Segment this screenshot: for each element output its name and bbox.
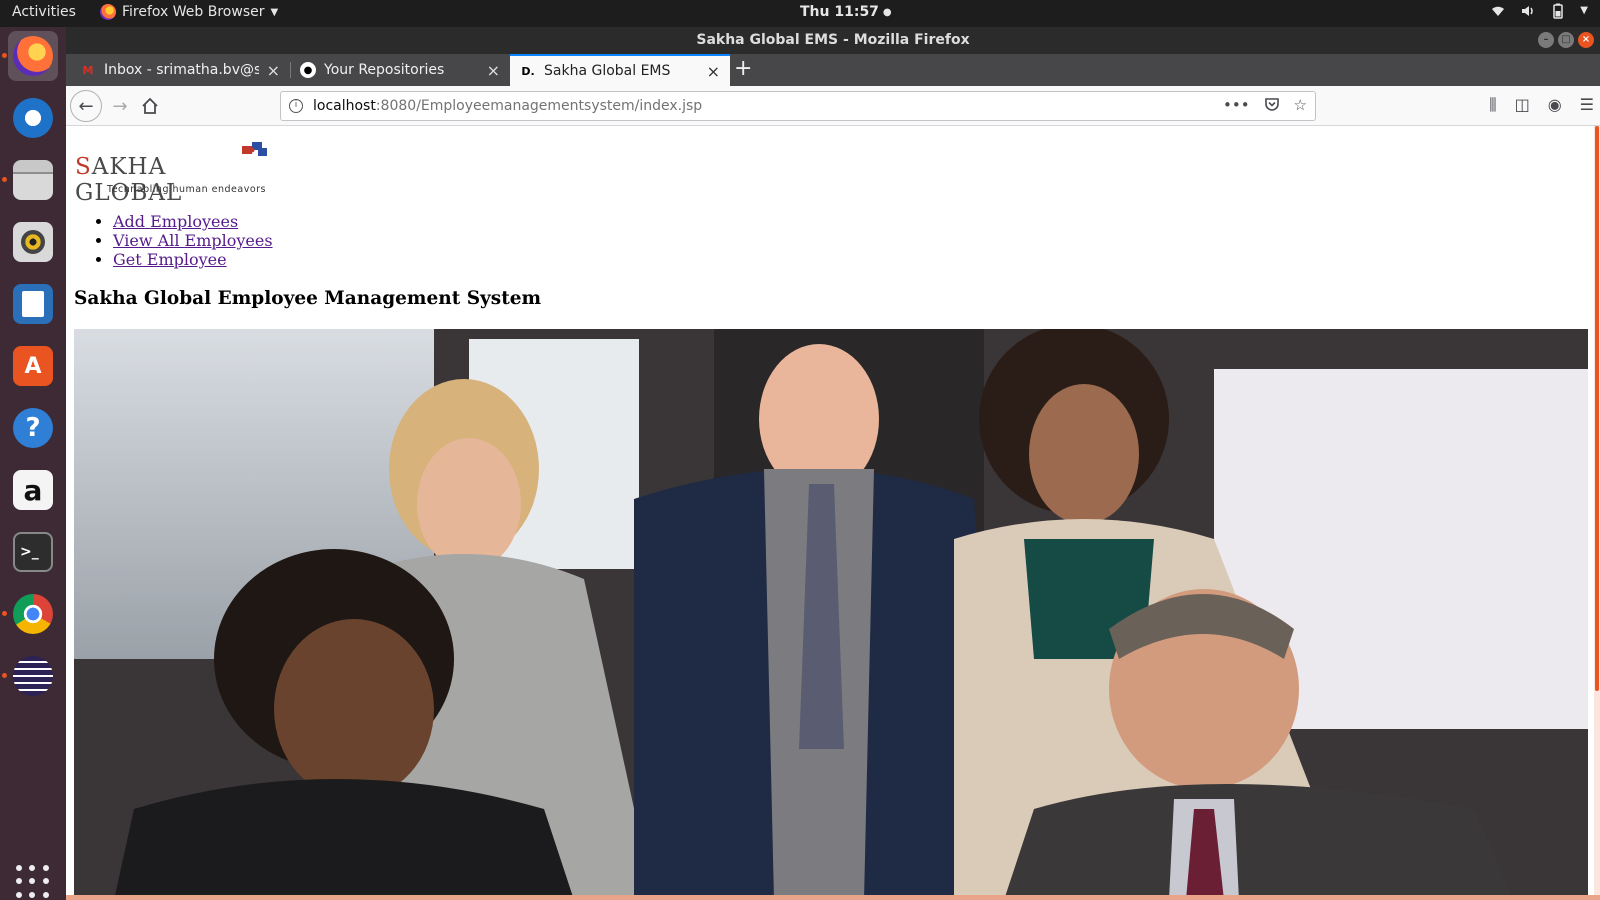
system-menu-chevron-icon: ▼ (1580, 5, 1588, 16)
bookmark-star-icon[interactable]: ☆ (1294, 96, 1307, 116)
navigation-toolbar: ← → i localhost:8080/Employeemanagements… (66, 86, 1600, 126)
window-title: Sakha Global EMS - Mozilla Firefox (696, 32, 970, 48)
wifi-icon (1492, 6, 1505, 17)
page-actions-icon[interactable]: ••• (1223, 96, 1250, 116)
gmail-icon: M (82, 63, 94, 77)
rhythmbox-icon (13, 222, 53, 262)
page-title: Sakha Global Employee Management System (74, 288, 542, 309)
app-menu[interactable]: Firefox Web Browser ▼ (100, 4, 278, 20)
url-bar[interactable]: i localhost:8080/Employeemanagementsyste… (280, 91, 1316, 121)
dock-rhythmbox[interactable] (8, 217, 58, 267)
clock[interactable]: Thu 11:57 ● (800, 4, 892, 20)
dock-files[interactable] (2, 155, 58, 205)
terminal-icon: >_ (13, 532, 53, 572)
scrollbar-thumb[interactable] (1595, 126, 1599, 691)
system-tray[interactable]: ▼ (1490, 3, 1588, 19)
activities-button[interactable]: Activities (12, 4, 76, 20)
running-indicator (2, 611, 7, 616)
list-item: Add Employees (113, 212, 273, 231)
list-item: View All Employees (113, 231, 273, 250)
sidebar-icon[interactable]: ◫ (1515, 95, 1530, 115)
files-icon (13, 160, 53, 200)
tab-label: Sakha Global EMS (544, 63, 671, 79)
firefox-icon (13, 36, 53, 76)
info-icon[interactable]: i (289, 99, 303, 113)
sakha-global-logo[interactable]: SAKHA GLOBAL Technabling human endeavors (74, 134, 274, 206)
window-titlebar: Sakha Global EMS - Mozilla Firefox – □ × (66, 27, 1600, 54)
tab-label: Inbox - srimatha.bv@sak (104, 62, 259, 78)
tab-repositories[interactable]: ● Your Repositories × (290, 54, 510, 86)
running-indicator (2, 673, 7, 678)
tab-sakha-ems[interactable]: D. Sakha Global EMS × (510, 54, 730, 86)
firefox-small-icon (100, 4, 116, 20)
app-menu-label: Firefox Web Browser (122, 4, 265, 20)
get-employee-link[interactable]: Get Employee (113, 250, 227, 269)
minimize-icon[interactable]: – (1538, 32, 1554, 48)
team-photo-image (74, 329, 1588, 900)
running-indicator (2, 177, 7, 182)
home-icon[interactable] (136, 92, 164, 120)
chrome-icon (13, 594, 53, 634)
hamburger-menu-icon[interactable]: ☰ (1580, 95, 1594, 115)
battery-icon (1553, 3, 1564, 19)
close-tab-icon[interactable]: × (267, 61, 280, 80)
back-arrow-icon[interactable]: ← (70, 90, 102, 122)
chevron-down-icon: ▼ (270, 6, 279, 18)
dock-eclipse[interactable] (2, 651, 58, 701)
close-window-icon[interactable]: × (1578, 32, 1594, 48)
clock-label: Thu 11:57 (800, 4, 879, 20)
dock-thunderbird[interactable] (8, 93, 58, 143)
main-nav-list: Add Employees View All Employees Get Emp… (113, 212, 273, 269)
amazon-icon: a (13, 470, 53, 510)
account-icon[interactable]: ◉ (1548, 95, 1562, 115)
tab-inbox[interactable]: M Inbox - srimatha.bv@sak × (70, 54, 290, 86)
firefox-window: Sakha Global EMS - Mozilla Firefox – □ ×… (66, 27, 1600, 900)
logo-tagline: Technabling human endeavors (107, 184, 267, 195)
forward-arrow-icon[interactable]: → (106, 92, 134, 120)
dock-terminal[interactable]: >_ (8, 527, 58, 577)
horizontal-scrollbar[interactable] (66, 895, 1600, 900)
pocket-icon[interactable] (1264, 96, 1280, 116)
url-host: localhost (313, 98, 376, 114)
running-indicator (2, 53, 7, 58)
page-content: SAKHA GLOBAL Technabling human endeavors… (66, 126, 1600, 900)
dock-firefox[interactable] (2, 31, 58, 81)
close-tab-icon[interactable]: × (707, 62, 720, 81)
library-icon[interactable]: ⫼ (1489, 95, 1496, 115)
dock-amazon[interactable]: a (8, 465, 58, 515)
close-tab-icon[interactable]: × (487, 61, 500, 80)
list-item: Get Employee (113, 250, 273, 269)
logo-wordmark: SAKHA GLOBAL (75, 154, 183, 206)
help-icon: ? (13, 408, 53, 448)
thunderbird-icon (13, 98, 53, 138)
tab-label: Your Repositories (324, 62, 445, 78)
hero-team-photo (74, 329, 1588, 900)
tab-strip: M Inbox - srimatha.bv@sak × ● Your Repos… (66, 54, 1600, 86)
dock-software[interactable]: A (8, 341, 58, 391)
maximize-icon[interactable]: □ (1558, 32, 1574, 48)
site-favicon-icon: D. (521, 64, 535, 78)
volume-icon (1522, 6, 1534, 16)
system-top-bar: Activities Firefox Web Browser ▼ Thu 11:… (0, 0, 1600, 27)
github-icon: ● (300, 62, 316, 78)
url-path: :8080/Employeemanagementsystem/index.jsp (375, 98, 703, 114)
dock-chrome[interactable] (2, 589, 58, 639)
software-center-icon: A (13, 346, 53, 386)
new-tab-icon[interactable]: + (734, 56, 752, 81)
notification-dot-icon: ● (882, 6, 892, 18)
add-employees-link[interactable]: Add Employees (113, 212, 238, 231)
dock-writer[interactable] (8, 279, 58, 329)
dock-help[interactable]: ? (8, 403, 58, 453)
libreoffice-writer-icon (13, 284, 53, 324)
ubuntu-dock: A ? a >_ (0, 27, 66, 900)
view-all-employees-link[interactable]: View All Employees (113, 231, 273, 250)
show-applications-icon[interactable] (16, 865, 50, 899)
eclipse-icon (13, 656, 53, 696)
